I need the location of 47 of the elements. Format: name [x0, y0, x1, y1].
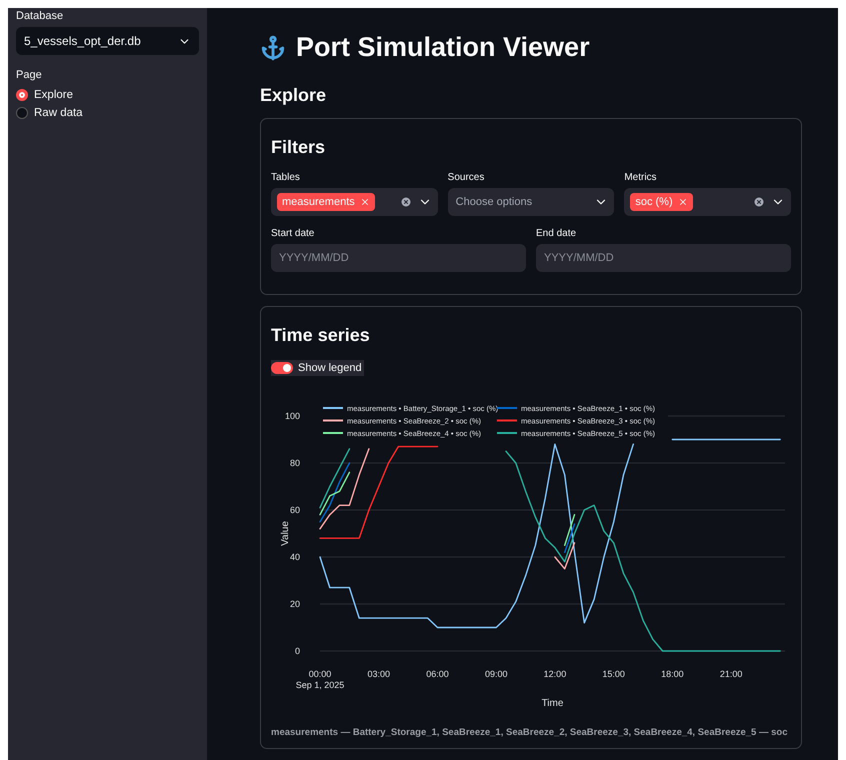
multiselect-field[interactable]: measurements	[271, 188, 438, 216]
page-title: Port Simulation Viewer	[296, 32, 590, 63]
anchor-icon	[260, 34, 286, 60]
remove-icon[interactable]	[360, 197, 370, 207]
tick-label: Sep 1, 2025	[296, 680, 344, 690]
clear-icon[interactable]	[753, 196, 765, 208]
field-label: Database	[16, 10, 64, 22]
date-field[interactable]: YYYY/MM/DD	[271, 244, 526, 272]
tick-label: 15:00	[602, 669, 625, 679]
tick-label: 03:00	[367, 669, 390, 679]
tick-label: 60	[290, 505, 300, 515]
field-label: Metrics	[624, 172, 658, 183]
field-label: Sources	[448, 172, 486, 183]
field-label: End date	[536, 228, 578, 239]
tick-label: 21:00	[720, 669, 742, 679]
tick-label: 12:00	[544, 669, 566, 679]
database-select[interactable]: 5_vessels_opt_der.db	[16, 27, 199, 55]
radio-button[interactable]	[16, 107, 28, 119]
remove-icon[interactable]	[678, 197, 688, 207]
legend-toggle[interactable]	[271, 362, 293, 374]
tick-label: 100	[284, 411, 300, 421]
tick-label: 06:00	[426, 669, 449, 679]
radio-label[interactable]: Raw data	[34, 107, 83, 119]
tick-label: 40	[290, 552, 300, 562]
radio-button[interactable]	[16, 89, 28, 101]
tick-label: 00:00	[308, 669, 332, 679]
tick-label: 80	[290, 458, 300, 468]
tick-label: 0	[294, 646, 300, 656]
chart-caption: measurements — Battery_Storage_1, SeaBreeze_1, SeaBreeze_2, SeaBreeze_3, SeaBreeze_4, SeaBreeze_5 — soc	[271, 727, 788, 738]
field-label: Tables	[271, 172, 301, 183]
card-title: Time series	[271, 325, 371, 346]
tick-label: 20	[290, 599, 300, 609]
axis-title: Time	[542, 698, 564, 709]
radio-label[interactable]: Explore	[34, 89, 73, 101]
card-title: Filters	[271, 137, 326, 158]
clear-icon[interactable]	[400, 196, 412, 208]
axis-title: Value	[280, 521, 291, 546]
section-heading: Explore	[260, 85, 328, 106]
multiselect-field[interactable]: Choose options	[448, 188, 614, 216]
date-field[interactable]: YYYY/MM/DD	[536, 244, 791, 272]
tick-label: 09:00	[484, 669, 508, 679]
selected-tag[interactable]: soc (%)	[630, 193, 693, 211]
tick-label: 18:00	[661, 669, 684, 679]
multiselect-field[interactable]: soc (%)	[624, 188, 791, 216]
selected-tag[interactable]: measurements	[277, 193, 375, 211]
field-label: Page	[16, 69, 43, 81]
field-label: Start date	[271, 228, 316, 239]
